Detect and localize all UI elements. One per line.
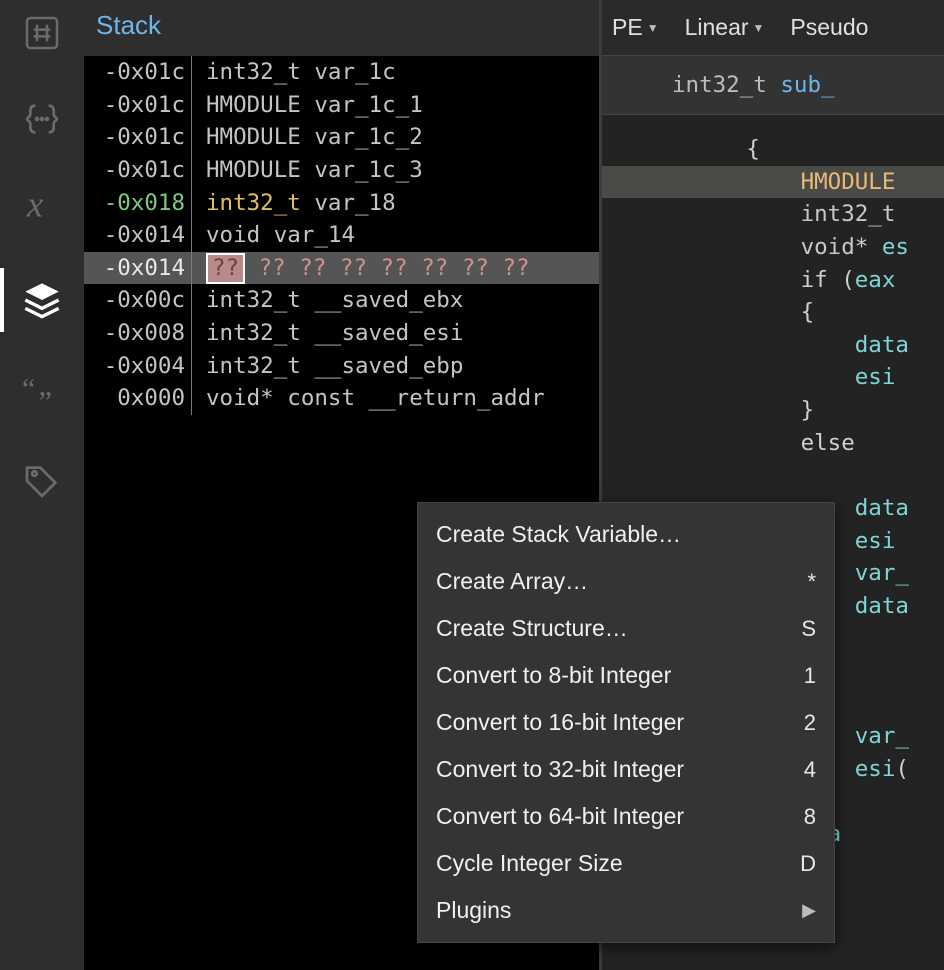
code-line[interactable]: else — [602, 427, 944, 460]
stack-row[interactable]: -0x01cint32_t var_1c — [84, 56, 599, 89]
stack-offset: -0x01c — [84, 56, 192, 89]
stack-offset: -0x014 — [84, 219, 192, 252]
stack-row[interactable]: -0x014void var_14 — [84, 219, 599, 252]
view-mode-dropdown[interactable]: Linear ▼ — [685, 14, 765, 41]
submenu-arrow-icon: ▶ — [802, 900, 816, 921]
chevron-down-icon: ▼ — [647, 21, 659, 35]
stack-value: HMODULE var_1c_2 — [192, 121, 423, 154]
stack-row[interactable]: -0x01cHMODULE var_1c_1 — [84, 89, 599, 122]
context-menu-item[interactable]: Convert to 16-bit Integer 2 — [418, 699, 834, 746]
menu-item-shortcut: 1 — [804, 663, 816, 689]
stack-offset: -0x018 — [84, 187, 192, 220]
code-line[interactable]: if (eax — [602, 264, 944, 297]
context-menu-item[interactable]: Create Stack Variable… — [418, 511, 834, 558]
menu-item-label: Convert to 64-bit Integer — [436, 803, 684, 830]
stack-value: HMODULE var_1c_1 — [192, 89, 423, 122]
stack-offset: -0x004 — [84, 350, 192, 383]
stack-row[interactable]: -0x01cHMODULE var_1c_2 — [84, 121, 599, 154]
stack-offset: -0x008 — [84, 317, 192, 350]
stack-offset: -0x014 — [84, 252, 192, 285]
stack-offset: -0x01c — [84, 154, 192, 187]
stack-row[interactable]: -0x014?? ?? ?? ?? ?? ?? ?? ?? — [84, 252, 599, 285]
quotes-icon[interactable]: “” — [19, 372, 65, 418]
stack-value: int32_t __saved_ebp — [192, 350, 463, 383]
context-menu[interactable]: Create Stack Variable…Create Array…*Crea… — [417, 502, 835, 943]
panel-title-bar: Stack — [84, 0, 599, 56]
dropdown-label: Linear — [685, 14, 749, 41]
stack-offset: 0x000 — [84, 382, 192, 415]
context-menu-item[interactable]: Convert to 8-bit Integer 1 — [418, 652, 834, 699]
stack-value: int32_t var_18 — [192, 187, 396, 220]
svg-text:“: “ — [22, 375, 35, 405]
code-line[interactable] — [602, 459, 944, 492]
svg-text:x: x — [26, 185, 43, 225]
svg-text:”: ” — [39, 386, 52, 415]
code-line[interactable]: data — [602, 329, 944, 362]
panel-title: Stack — [96, 10, 161, 41]
stack-value: void var_14 — [192, 219, 355, 252]
dropdown-label: PE — [612, 14, 643, 41]
menu-item-shortcut: * — [807, 569, 816, 595]
stack-offset: -0x01c — [84, 89, 192, 122]
stack-value: void* const __return_addr — [192, 382, 545, 415]
stack-value: ?? ?? ?? ?? ?? ?? ?? ?? — [192, 252, 530, 285]
layers-icon[interactable] — [19, 277, 65, 323]
view-mode-dropdown[interactable]: Pseudo — [790, 14, 868, 41]
menu-item-label: Convert to 8-bit Integer — [436, 662, 671, 689]
stack-row[interactable]: -0x008int32_t __saved_esi — [84, 317, 599, 350]
stack-row[interactable]: -0x00cint32_t __saved_ebx — [84, 284, 599, 317]
stack-value: int32_t var_1c — [192, 56, 396, 89]
stack-row[interactable]: -0x018int32_t var_18 — [84, 187, 599, 220]
menu-item-label: Create Stack Variable… — [436, 521, 681, 548]
context-menu-item[interactable]: Convert to 64-bit Integer 8 — [418, 793, 834, 840]
x-italic-icon[interactable]: x — [19, 182, 65, 228]
menu-item-shortcut: 2 — [804, 710, 816, 736]
menu-item-label: Plugins — [436, 897, 511, 924]
menu-item-label: Create Structure… — [436, 615, 628, 642]
context-menu-item[interactable]: Create Array… * — [418, 558, 834, 605]
menu-item-shortcut: S — [801, 616, 816, 642]
decomp-sig-name[interactable]: sub_ — [780, 72, 834, 98]
code-line[interactable]: HMODULE — [602, 166, 944, 199]
stack-offset: -0x01c — [84, 121, 192, 154]
context-menu-item[interactable]: Create Structure… S — [418, 605, 834, 652]
braces-icon[interactable] — [19, 96, 65, 142]
stack-row[interactable]: 0x000void* const __return_addr — [84, 382, 599, 415]
context-menu-item[interactable]: Convert to 32-bit Integer 4 — [418, 746, 834, 793]
view-mode-dropdown[interactable]: PE ▼ — [612, 14, 659, 41]
sidebar-rail: x “” — [0, 0, 84, 970]
menu-item-shortcut: 8 — [804, 804, 816, 830]
menu-item-shortcut: D — [800, 851, 816, 877]
code-line[interactable]: esi — [602, 361, 944, 394]
context-menu-item[interactable]: Plugins ▶ — [418, 887, 834, 934]
stack-offset: -0x00c — [84, 284, 192, 317]
menu-item-label: Create Array… — [436, 568, 588, 595]
decomp-signature: int32_t sub_ — [602, 56, 944, 115]
menu-item-label: Convert to 32-bit Integer — [436, 756, 684, 783]
decomp-sig-type: int32_t — [672, 72, 767, 98]
stack-value: HMODULE var_1c_3 — [192, 154, 423, 187]
chevron-down-icon: ▼ — [753, 21, 765, 35]
context-menu-item[interactable]: Cycle Integer Size D — [418, 840, 834, 887]
decomp-tabs: PE ▼ Linear ▼ Pseudo — [602, 0, 944, 56]
stack-row[interactable]: -0x01cHMODULE var_1c_3 — [84, 154, 599, 187]
tag-icon[interactable] — [19, 458, 65, 504]
code-line[interactable]: void* es — [602, 231, 944, 264]
code-line[interactable]: { — [602, 296, 944, 329]
stack-row[interactable]: -0x004int32_t __saved_ebp — [84, 350, 599, 383]
code-line[interactable]: } — [602, 394, 944, 427]
menu-item-shortcut: 4 — [804, 757, 816, 783]
unknown-bytes-selection[interactable]: ?? — [206, 253, 245, 284]
hash-icon[interactable] — [19, 10, 65, 56]
code-line[interactable]: { — [602, 133, 944, 166]
code-line[interactable]: int32_t — [602, 198, 944, 231]
menu-item-label: Cycle Integer Size — [436, 850, 623, 877]
dropdown-label: Pseudo — [790, 14, 868, 41]
stack-value: int32_t __saved_ebx — [192, 284, 463, 317]
stack-value: int32_t __saved_esi — [192, 317, 463, 350]
menu-item-label: Convert to 16-bit Integer — [436, 709, 684, 736]
